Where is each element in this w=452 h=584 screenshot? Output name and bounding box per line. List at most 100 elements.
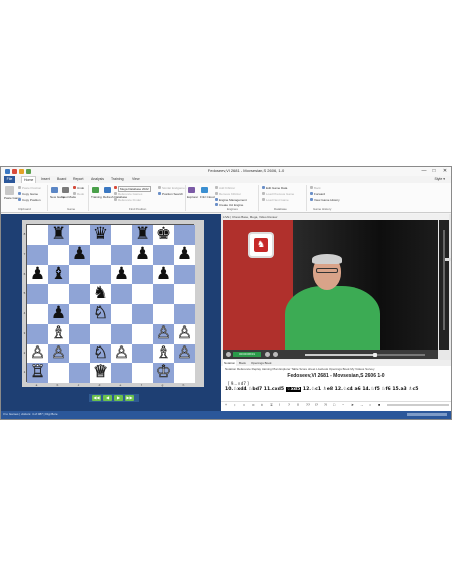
white-queen-icon[interactable]: ♕	[93, 362, 109, 382]
input-mode-label[interactable]: Input Mode	[61, 195, 76, 199]
black-rook-icon[interactable]: ♜	[135, 224, 150, 244]
new-game-icon[interactable]	[51, 187, 58, 193]
input-mode-icon[interactable]	[62, 187, 69, 193]
add-kibitzer-button[interactable]: Add Kibitzer	[219, 186, 235, 190]
square-c3[interactable]	[69, 323, 90, 344]
black-pawn-icon[interactable]: ♟	[72, 244, 87, 264]
menu-tab-analysis[interactable]: Analysis	[91, 176, 104, 183]
white-pawn-icon[interactable]: ♙	[177, 342, 193, 362]
paste-game-icon[interactable]	[5, 186, 14, 195]
square-g2[interactable]: ♗	[153, 342, 174, 364]
annotation-symbol-button[interactable]: ○	[369, 403, 371, 407]
redo-button[interactable]: Redo	[77, 192, 84, 196]
edit-game-data-button[interactable]: Edit Game Data	[266, 186, 287, 190]
square-d1[interactable]: ♕	[90, 362, 111, 383]
refresh-database-icon[interactable]	[104, 187, 111, 193]
square-d4[interactable]: ♘	[90, 303, 111, 324]
explorer-label[interactable]: Explorer	[187, 195, 198, 199]
square-e4[interactable]	[111, 304, 132, 324]
square-d6[interactable]	[90, 264, 111, 285]
white-bishop-icon[interactable]: ♗	[51, 323, 67, 343]
white-pawn-icon[interactable]: ♙	[177, 323, 193, 343]
square-a3[interactable]	[27, 323, 48, 344]
annotation-symbol-button[interactable]: −	[342, 403, 344, 407]
white-pawn-icon[interactable]: ♙	[114, 342, 130, 362]
volume-slider[interactable]	[443, 230, 451, 330]
square-b1[interactable]	[48, 363, 69, 383]
square-e3[interactable]	[111, 323, 132, 344]
black-knight-icon[interactable]: ♞	[93, 283, 108, 303]
back-button[interactable]: Back	[314, 186, 321, 190]
square-e1[interactable]	[111, 363, 132, 383]
copy-position-button[interactable]: Copy Position	[22, 198, 41, 202]
annotation-symbol-button[interactable]: ∞	[252, 403, 255, 407]
annotation-symbol-button[interactable]: ±	[261, 403, 263, 407]
video-player[interactable]: ♞	[223, 220, 438, 350]
annotation-symbol-button[interactable]: ??	[306, 403, 310, 407]
moves-list[interactable]: [ 9...♗d7 ] 10.♘xd4 ♘bd7 11.cxd5 ♘xd5 12…	[225, 381, 447, 396]
annotation-symbol-button[interactable]: ?!	[324, 403, 327, 407]
fritz-cloud-label[interactable]: Fritz Cloud	[200, 195, 215, 199]
annotation-symbol-button[interactable]: ■	[378, 403, 380, 407]
square-d2[interactable]: ♘	[90, 342, 111, 364]
menu-tab-report[interactable]: Report	[73, 176, 84, 183]
moves-after[interactable]: 12.♘c1 ♗e8 12.♘c4 a6 14.♘f5 ♘f6 15.a3 ♗c…	[301, 387, 419, 392]
quick-undo-icon[interactable]	[19, 169, 24, 174]
black-pawn-icon[interactable]: ♟	[135, 244, 150, 264]
square-c5[interactable]	[69, 284, 90, 304]
annotation-symbol-button[interactable]: !	[279, 403, 280, 407]
square-e6[interactable]: ♟	[111, 264, 132, 285]
training-label[interactable]: Training	[91, 195, 102, 199]
square-e8[interactable]	[111, 225, 132, 245]
square-h8[interactable]	[174, 225, 195, 245]
square-b6[interactable]: ♝	[48, 264, 69, 285]
video-seek-thumb[interactable]	[372, 353, 377, 357]
play-icon[interactable]	[226, 352, 231, 357]
square-c7[interactable]: ♟	[69, 244, 90, 265]
square-c2[interactable]	[69, 343, 90, 364]
black-king-icon[interactable]: ♚	[156, 224, 171, 244]
square-b2[interactable]: ♙	[48, 342, 69, 364]
black-pawn-icon[interactable]: ♟	[51, 303, 66, 323]
black-pawn-icon[interactable]: ♟	[177, 244, 192, 264]
square-g5[interactable]	[153, 284, 174, 304]
square-a4[interactable]	[27, 304, 48, 324]
square-a8[interactable]	[27, 225, 48, 245]
menu-tab-view[interactable]: View	[132, 176, 140, 183]
square-a7[interactable]	[27, 244, 48, 265]
square-g6[interactable]: ♟	[153, 264, 174, 285]
annotation-symbol-button[interactable]: →	[360, 403, 364, 407]
square-h5[interactable]	[174, 284, 195, 304]
video-seek-bar[interactable]	[305, 353, 425, 357]
square-f8[interactable]: ♜	[132, 224, 153, 245]
undo-button[interactable]: Undo	[77, 186, 84, 190]
square-b7[interactable]	[48, 244, 69, 265]
load-previous-button[interactable]: Load Previous Game	[266, 192, 294, 196]
position-search-button[interactable]: Position Search	[162, 192, 183, 196]
menu-tab-home[interactable]: Home	[21, 176, 37, 183]
style-dropdown[interactable]: Style ▾	[434, 176, 445, 183]
white-pawn-icon[interactable]: ♙	[51, 342, 67, 362]
white-knight-icon[interactable]: ♘	[93, 303, 109, 323]
square-h3[interactable]: ♙	[174, 323, 195, 344]
square-g7[interactable]	[153, 244, 174, 265]
square-h4[interactable]	[174, 304, 195, 324]
annotation-symbol-button[interactable]: !?	[315, 403, 318, 407]
maximize-button[interactable]: □	[429, 167, 439, 176]
square-b8[interactable]: ♜	[48, 224, 69, 245]
square-h7[interactable]: ♟	[174, 244, 195, 265]
black-queen-icon[interactable]: ♛	[93, 224, 108, 244]
square-g4[interactable]	[153, 304, 174, 324]
black-pawn-icon[interactable]: ♟	[114, 264, 129, 284]
black-pawn-icon[interactable]: ♟	[30, 264, 45, 284]
black-pawn-icon[interactable]: ♟	[156, 264, 171, 284]
white-king-icon[interactable]: ♔	[156, 362, 172, 382]
fritz-cloud-icon[interactable]	[201, 187, 208, 193]
white-rook-icon[interactable]: ♖	[30, 362, 46, 382]
previous-move-button[interactable]: ◀	[103, 395, 112, 401]
annotation-symbol-button[interactable]: □	[333, 403, 335, 407]
menu-tab-insert[interactable]: Insert	[41, 176, 50, 183]
move-line[interactable]: 10.♘xd4 ♘bd7 11.cxd5 ♘xd5 12.♘c1 ♗e8 12.…	[225, 387, 418, 392]
square-c8[interactable]	[69, 225, 90, 245]
square-d3[interactable]	[90, 323, 111, 344]
